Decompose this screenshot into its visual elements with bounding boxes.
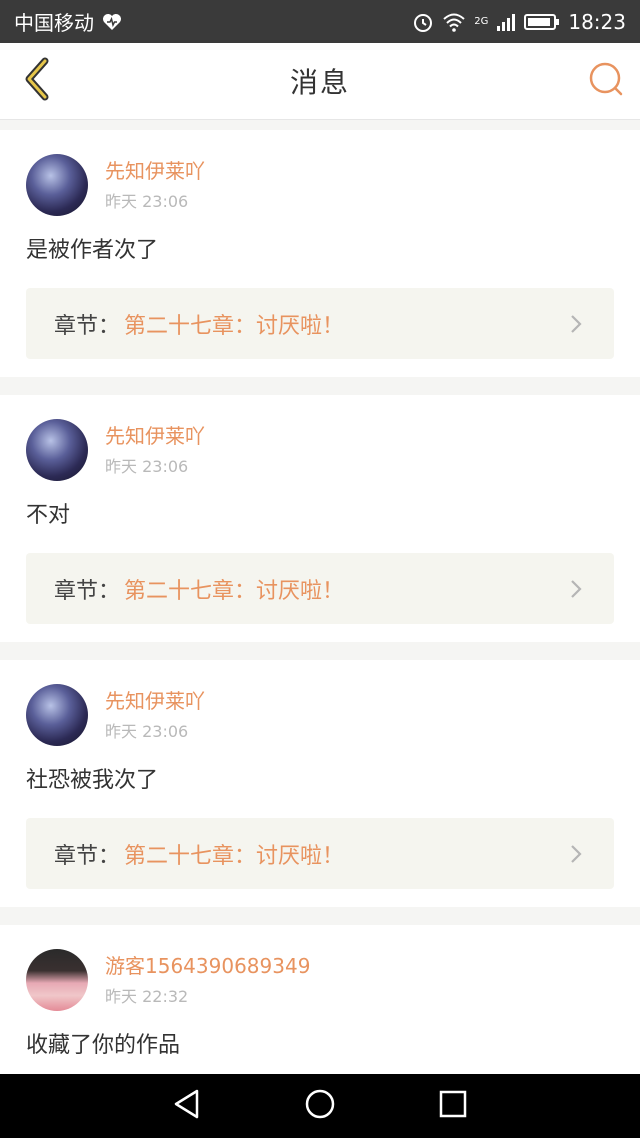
status-left: 中国移动 (14, 7, 122, 36)
message-list[interactable]: 先知伊莱吖 昨天 23:06 是被作者次了 章节： 第二十七章：讨厌啦！ 先知伊… (0, 130, 640, 1074)
message-header: 先知伊莱吖 昨天 23:06 (26, 154, 614, 216)
chapter-prefix: 章节： (54, 313, 121, 339)
back-chevron-icon (21, 57, 51, 105)
status-bar: 中国移动 2G 18:23 (0, 0, 640, 43)
sender-info: 先知伊莱吖 昨天 23:06 (105, 688, 205, 742)
username[interactable]: 先知伊莱吖 (105, 688, 205, 714)
search-button[interactable] (586, 61, 626, 101)
signal-icon (496, 12, 516, 32)
nav-back-button[interactable] (157, 1076, 217, 1136)
search-icon (588, 61, 624, 101)
chevron-right-icon (566, 579, 586, 599)
back-button[interactable] (14, 57, 58, 105)
sender-info: 先知伊莱吖 昨天 23:06 (105, 158, 205, 212)
heart-icon (102, 13, 122, 31)
page-title: 消息 (289, 66, 350, 99)
username[interactable]: 游客1564390689349 (105, 953, 310, 979)
nav-back-icon (172, 1088, 202, 1124)
app-header: 消息 (0, 43, 640, 120)
message-card[interactable]: 先知伊莱吖 昨天 23:06 是被作者次了 章节： 第二十七章：讨厌啦！ (0, 130, 640, 377)
chapter-link[interactable]: 章节： 第二十七章：讨厌啦！ (26, 818, 614, 889)
timestamp: 昨天 23:06 (105, 192, 189, 211)
chevron-right-icon (566, 314, 586, 334)
timestamp: 昨天 23:06 (105, 457, 189, 476)
chapter-link[interactable]: 章节： 第二十七章：讨厌啦！ (26, 288, 614, 359)
carrier-label: 中国移动 (14, 11, 94, 35)
timestamp: 昨天 22:32 (105, 987, 189, 1006)
chevron-right-icon (566, 844, 586, 864)
chapter-prefix: 章节： (54, 578, 121, 604)
chapter-prefix: 章节： (54, 843, 121, 869)
message-header: 游客1564390689349 昨天 22:32 (26, 949, 614, 1011)
chapter-title: 第二十七章：讨厌啦！ (124, 578, 345, 604)
status-right: 2G 18:23 (412, 10, 626, 34)
message-header: 先知伊莱吖 昨天 23:06 (26, 684, 614, 746)
system-nav-bar (0, 1074, 640, 1138)
message-card[interactable]: 先知伊莱吖 昨天 23:06 社恐被我次了 章节： 第二十七章：讨厌啦！ (0, 660, 640, 907)
avatar[interactable] (26, 949, 88, 1011)
alarm-icon (412, 11, 434, 33)
nav-recent-icon (439, 1090, 467, 1122)
battery-icon (524, 13, 560, 31)
chapter-link[interactable]: 章节： 第二十七章：讨厌啦！ (26, 553, 614, 624)
message-card[interactable]: 游客1564390689349 昨天 22:32 收藏了你的作品 (0, 925, 640, 1074)
message-content: 是被作者次了 (26, 238, 159, 263)
clock-label: 18:23 (568, 9, 626, 34)
wifi-icon (442, 12, 466, 32)
avatar[interactable] (26, 684, 88, 746)
username[interactable]: 先知伊莱吖 (105, 158, 205, 184)
chapter-title: 第二十七章：讨厌啦！ (124, 843, 345, 869)
avatar[interactable] (26, 154, 88, 216)
message-content: 社恐被我次了 (26, 768, 159, 793)
sender-info: 游客1564390689349 昨天 22:32 (105, 953, 310, 1007)
nav-home-icon (304, 1088, 336, 1124)
username[interactable]: 先知伊莱吖 (105, 423, 205, 449)
message-card[interactable]: 先知伊莱吖 昨天 23:06 不对 章节： 第二十七章：讨厌啦！ (0, 395, 640, 642)
network-label: 2G (474, 15, 489, 27)
avatar[interactable] (26, 419, 88, 481)
message-header: 先知伊莱吖 昨天 23:06 (26, 419, 614, 481)
message-content: 收藏了你的作品 (26, 1033, 181, 1058)
chapter-title: 第二十七章：讨厌啦！ (124, 313, 345, 339)
message-content: 不对 (26, 503, 71, 528)
timestamp: 昨天 23:06 (105, 722, 189, 741)
nav-home-button[interactable] (290, 1076, 350, 1136)
sender-info: 先知伊莱吖 昨天 23:06 (105, 423, 205, 477)
nav-recent-button[interactable] (423, 1076, 483, 1136)
